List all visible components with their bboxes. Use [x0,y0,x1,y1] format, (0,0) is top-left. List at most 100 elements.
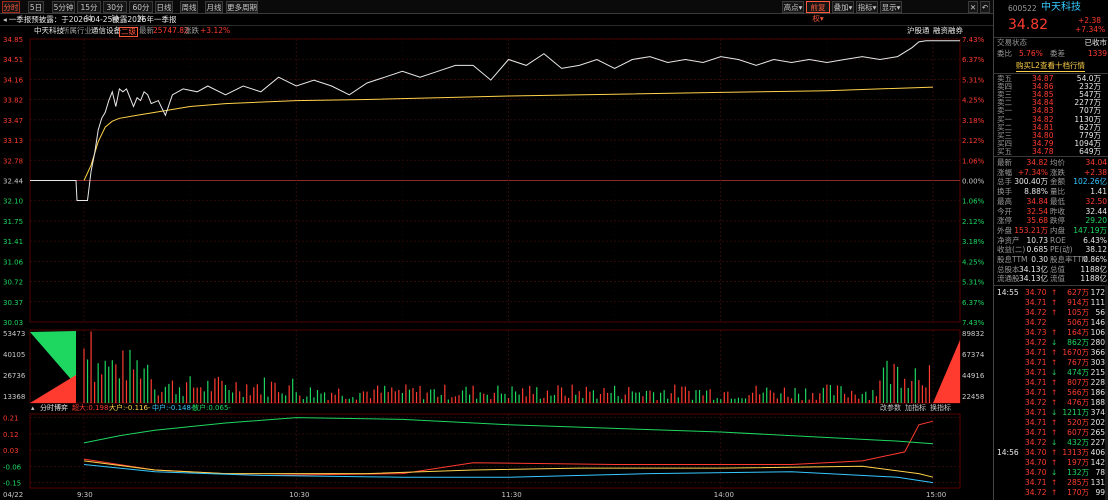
tick-volume: 914万 [1067,298,1089,307]
add-indicator-button[interactable]: 加指标 [905,403,926,413]
stat-value: 102.26亿 [1073,177,1107,187]
vol-tick-label: 40105 [3,351,25,359]
tick-row[interactable]: 34.70 ↑ 197万 142 [994,458,1108,468]
tick-row[interactable]: 14:56 34.70 ↑ 1313万 406 [994,448,1108,458]
time-tick-label: 14:00 [714,491,734,499]
tick-volume: 807万 [1067,378,1089,387]
stat-value: 1.41 [1090,187,1107,197]
tick-volume: 474万 [1067,368,1089,377]
tick-price: 34.71 [1025,408,1047,417]
tick-row[interactable]: 34.71 ↑ 607万 265 [994,428,1108,438]
pct-tick-label: 5.31% [962,279,985,287]
stat-row[interactable]: 收益(二) 0.685 PE(动) 38.12 [994,245,1108,255]
tick-volume: 432万 [1067,438,1089,447]
tick-row[interactable]: 34.71 ↑ 807万 228 [994,378,1108,388]
tick-row[interactable]: 34.72 ↓ 432万 227 [994,438,1108,448]
stat-row[interactable]: 股息TTM 0.30 股息率TTM 0.86% [994,255,1108,265]
stock-name: 中天科技 [1041,2,1081,13]
tick-direction-icon: ↑ [1051,298,1058,307]
price-tick-label: 33.13 [3,137,23,145]
stat-value: 34.13亿 [1019,274,1048,284]
tick-row[interactable]: 34.71 ↓ 474万 215 [994,368,1108,378]
vol-right-tick-label: 22458 [962,393,984,401]
pct-tick-label: 7.43% [962,36,985,44]
tick-price: 34.70 [1025,288,1047,297]
stat-label: 金额 [1050,177,1065,187]
tick-price: 34.73 [1025,328,1047,337]
intraday-chart[interactable]: 34.85 7.43% 34.51 6.37% 34.16 5.31% 33.82 4.25%… [0,0,993,500]
tick-row[interactable]: 34.72 ↑ 170万 99 [994,488,1108,498]
tick-row[interactable]: 34.73 ↑ 164万 106 [994,328,1108,338]
flow-collapse-icon[interactable]: ▴ [31,403,35,413]
tick-row[interactable]: 34.72 506万 146 [994,318,1108,328]
book-volume: 649万 [1079,147,1101,156]
tick-direction-icon: ↑ [1051,328,1058,337]
tick-price: 34.71 [1025,388,1047,397]
tick-direction-icon: ↑ [1051,448,1058,457]
tick-price: 34.72 [1025,318,1047,327]
time-tick-label: 11:30 [502,491,522,499]
stat-row[interactable]: 最高 34.84 最低 32.50 [994,197,1108,207]
tick-price: 34.70 [1025,458,1047,467]
vol-tick-label: 53473 [3,330,25,338]
price-change: +2.38 [1078,16,1101,25]
flow-super-value: 超大:0.198- [72,404,111,412]
stat-value: 35.68 [1026,216,1048,226]
tick-time: 14:56 [997,448,1019,457]
tick-count: 78 [1095,468,1105,477]
tick-row[interactable]: 34.70 ↓ 132万 78 [994,468,1108,478]
stat-label: 总手 [997,177,1012,187]
stat-value: 0.30 [1031,255,1048,264]
tick-count: 366 [1090,348,1105,357]
tick-row[interactable]: 34.72 ↑ 105万 56 [994,308,1108,318]
stat-row[interactable]: 换手 8.88% 量比 1.41 [994,187,1108,197]
l2-promo-banner[interactable]: 购买L2查看十档行情 [1016,61,1085,72]
tick-row[interactable]: 34.72 ↑ 476万 188 [994,398,1108,408]
tick-row[interactable]: 34.72 ↓ 862万 280 [994,338,1108,348]
tick-price: 34.70 [1025,468,1047,477]
stat-row[interactable]: 总手 300.40万 金额 102.26亿 [994,177,1108,187]
quote-panel: 600522 中天科技 34.82 +2.38 +7.34% 交易状态 已收市 … [993,0,1108,500]
chart-grid [29,38,961,489]
pct-tick-label: 5.31% [962,76,985,84]
tick-count: 111 [1090,298,1105,307]
tick-row[interactable]: 14:55 34.70 ↑ 627万 172 [994,288,1108,298]
tick-row[interactable]: 34.71 ↓ 1211万 374 [994,408,1108,418]
tick-row[interactable]: 34.71 ↑ 767万 303 [994,358,1108,368]
tick-row[interactable]: 34.71 ↑ 1670万 366 [994,348,1108,358]
tick-direction-icon: ↓ [1051,368,1058,377]
stat-row[interactable]: 今开 32.54 昨收 32.44 [994,207,1108,217]
preopen-volume-area [30,331,76,385]
stat-label: 昨收 [1050,206,1065,216]
weicha-label: 委差 [1050,49,1065,58]
preopen-volume-area-red [30,375,76,403]
stat-row[interactable]: 涨停 35.68 跌停 29.20 [994,216,1108,226]
tick-count: 202 [1090,418,1105,427]
tick-row[interactable]: 34.71 ↑ 285万 131 [994,478,1108,488]
preopen-price-line [30,180,84,201]
vol-tick-label: 26736 [3,372,26,380]
tick-direction-icon: ↓ [1051,468,1058,477]
stat-row[interactable]: 流通股 34.13亿 流值 1188亿 [994,274,1108,284]
tick-count: 146 [1090,318,1105,327]
price-tick-label: 33.47 [3,117,23,125]
stat-label: 涨停 [997,216,1012,226]
time-tick-label: 04/22 [3,491,23,499]
tick-volume: 566万 [1067,388,1089,397]
stat-value: 32.44 [1085,206,1107,216]
tick-row[interactable]: 34.71 ↑ 520万 202 [994,418,1108,428]
tick-volume: 105万 [1067,308,1089,317]
tick-count: 265 [1090,428,1105,437]
tick-price: 34.71 [1025,358,1047,367]
stat-row[interactable]: 最新 34.82 均价 34.04 [994,158,1108,168]
tick-row[interactable]: 34.71 ↑ 566万 186 [994,388,1108,398]
tick-count: 186 [1090,388,1105,397]
stat-value: 32.54 [1026,206,1048,216]
stat-row[interactable]: 外盘 153.21万 内盘 147.19万 [994,226,1108,236]
flow-indicator-name[interactable]: 分时博弈 [40,403,68,413]
tick-row[interactable]: 34.71 ↑ 914万 111 [994,298,1108,308]
vol-tick-label: 13368 [3,393,25,401]
edit-params-button[interactable]: 改参数 [880,403,901,413]
switch-indicator-button[interactable]: 换指标 [930,403,951,413]
tick-volume: 862万 [1067,338,1089,347]
